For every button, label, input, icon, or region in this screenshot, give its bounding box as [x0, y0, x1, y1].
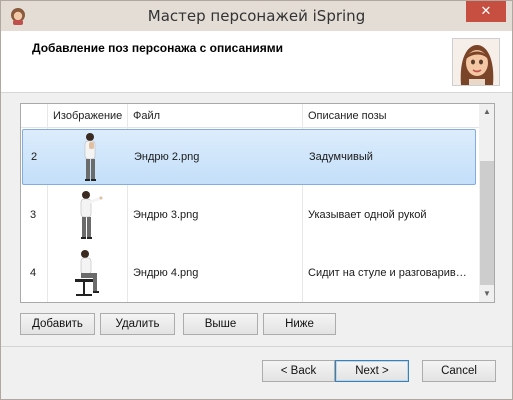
- row-index: 2: [31, 151, 38, 163]
- move-up-button[interactable]: Выше: [183, 313, 258, 335]
- column-header-description[interactable]: Описание позы: [308, 110, 387, 122]
- title-bar[interactable]: Мастер персонажей iSpring ✕: [1, 1, 512, 31]
- vertical-scrollbar[interactable]: ▲ ▼: [479, 104, 494, 302]
- footer-divider: [1, 346, 512, 347]
- cancel-button[interactable]: Cancel: [422, 360, 496, 382]
- move-down-button[interactable]: Ниже: [263, 313, 336, 335]
- column-header-file[interactable]: Файл: [133, 110, 160, 122]
- pose-description[interactable]: Сидит на стуле и разговарив…: [308, 267, 478, 279]
- pose-description[interactable]: Указывает одной рукой: [308, 209, 427, 221]
- close-button[interactable]: ✕: [466, 1, 506, 22]
- next-button[interactable]: Next >: [335, 360, 409, 382]
- row-index: 3: [30, 209, 37, 221]
- pose-description[interactable]: Задумчивый: [309, 151, 373, 163]
- window-title: Мастер персонажей iSpring: [147, 7, 366, 25]
- file-name: Эндрю 4.png: [133, 267, 199, 279]
- table-row[interactable]: 4 Эндрю 4.png Сидит на стуле и разговари…: [21, 245, 479, 301]
- close-icon: ✕: [480, 3, 492, 18]
- wizard-header: Добавление поз персонажа с описаниями: [1, 31, 512, 93]
- table-row[interactable]: 3 Эндрю 3.png Указывает одной рукой: [21, 187, 479, 243]
- poses-table[interactable]: Изображение Файл Описание позы 2 Эндрю 2…: [20, 103, 495, 303]
- file-name: Эндрю 3.png: [133, 209, 199, 221]
- scroll-up-icon[interactable]: ▲: [479, 104, 494, 120]
- scrollbar-thumb[interactable]: [480, 161, 494, 285]
- page-title: Добавление поз персонажа с описаниями: [32, 41, 283, 55]
- file-name: Эндрю 2.png: [134, 151, 200, 163]
- scroll-down-icon[interactable]: ▼: [479, 286, 494, 302]
- row-index: 4: [30, 267, 37, 279]
- sitting-pose-icon: [75, 250, 99, 296]
- add-button[interactable]: Добавить: [20, 313, 95, 335]
- thinking-pose-icon: [84, 133, 96, 181]
- character-portrait-icon: [452, 38, 500, 86]
- table-header: Изображение Файл Описание позы: [21, 104, 479, 128]
- back-button[interactable]: < Back: [262, 360, 335, 382]
- column-header-image[interactable]: Изображение: [53, 110, 122, 122]
- table-row[interactable]: 2 Эндрю 2.png Задумчивый: [22, 129, 476, 185]
- delete-button[interactable]: Удалить: [100, 313, 175, 335]
- wizard-window: Мастер персонажей iSpring ✕ Добавление п…: [0, 0, 513, 400]
- pointing-pose-icon: [80, 191, 103, 239]
